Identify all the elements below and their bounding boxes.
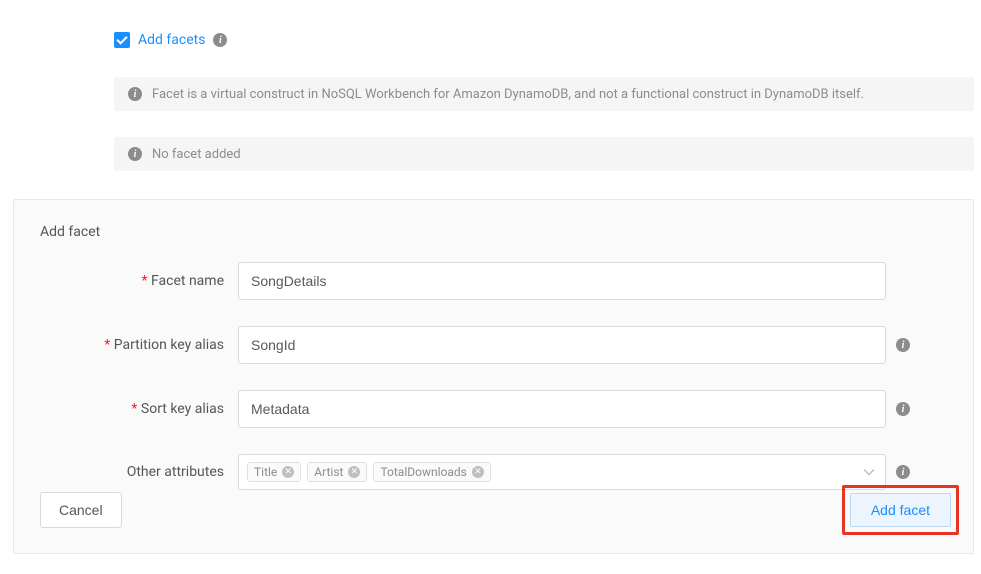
attribute-tag: TotalDownloads [373,462,490,482]
other-attributes-label: Other attributes [40,464,238,480]
add-facet-panel: Add facet Facet name Partition key alias… [13,199,974,554]
close-icon[interactable] [282,466,294,478]
attribute-tag-label: Title [254,465,277,479]
add-facet-button[interactable]: Add facet [850,493,951,527]
add-facets-checkbox[interactable] [114,32,130,48]
facet-name-input[interactable] [238,262,886,300]
sort-key-alias-label: Sort key alias [40,401,238,417]
info-icon [128,87,142,101]
close-icon[interactable] [472,466,484,478]
no-facet-alert: No facet added [114,137,974,171]
attribute-tag: Title [247,462,301,482]
add-facet-highlight: Add facet [842,485,959,535]
facet-info-text: Facet is a virtual construct in NoSQL Wo… [152,87,864,102]
info-icon[interactable] [213,33,227,47]
sort-key-alias-input[interactable] [238,390,886,428]
facet-info-alert: Facet is a virtual construct in NoSQL Wo… [114,77,974,111]
no-facet-text: No facet added [152,147,241,162]
info-icon[interactable] [896,402,910,416]
partition-key-alias-row: Partition key alias [40,326,947,364]
chevron-down-icon [863,468,875,476]
info-icon[interactable] [896,338,910,352]
panel-footer: Cancel Add facet [40,485,959,535]
partition-key-alias-input[interactable] [238,326,886,364]
panel-title: Add facet [40,224,947,240]
add-facets-checkbox-row: Add facets [114,32,227,48]
info-icon [128,147,142,161]
add-facets-label[interactable]: Add facets [138,32,205,48]
attribute-tag-label: Artist [314,465,343,479]
facet-name-row: Facet name [40,262,947,300]
facet-name-label: Facet name [40,273,238,289]
partition-key-alias-label: Partition key alias [40,337,238,353]
close-icon[interactable] [348,466,360,478]
attribute-tag: Artist [307,462,367,482]
attribute-tag-label: TotalDownloads [380,465,466,479]
sort-key-alias-row: Sort key alias [40,390,947,428]
info-icon[interactable] [896,465,910,479]
cancel-button[interactable]: Cancel [40,492,122,528]
